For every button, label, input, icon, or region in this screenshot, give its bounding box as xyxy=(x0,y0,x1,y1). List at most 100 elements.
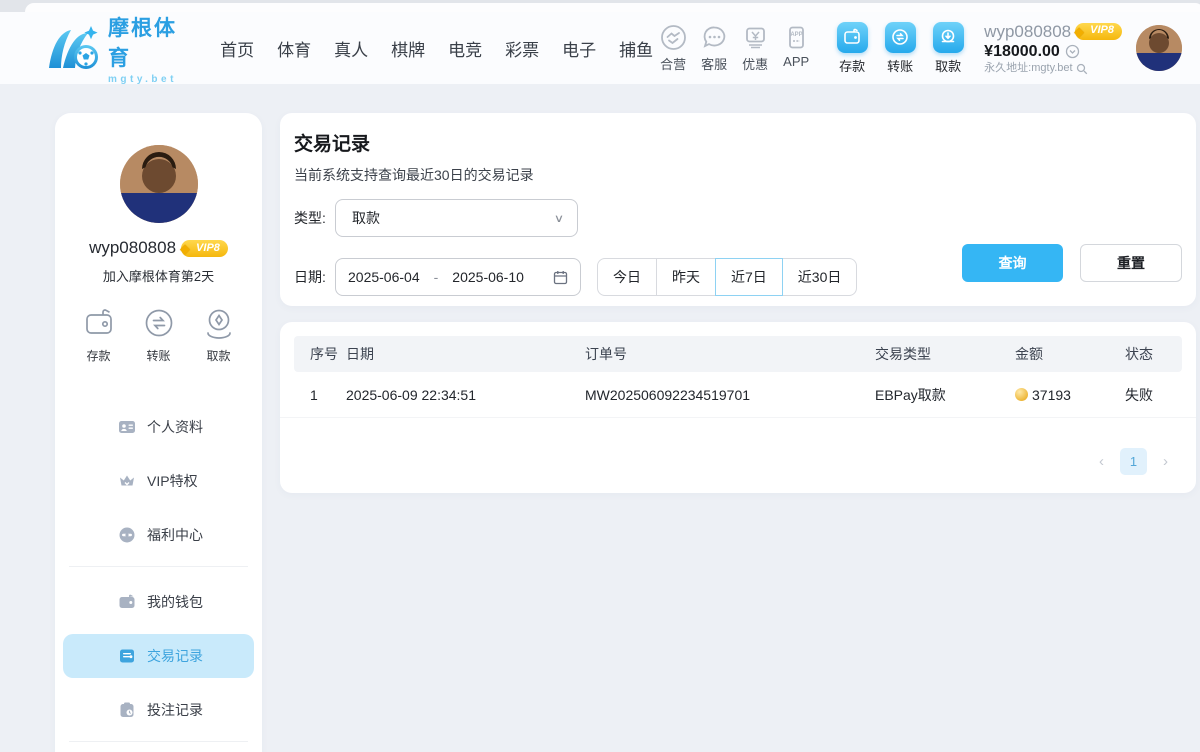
page-title: 交易记录 xyxy=(294,129,1182,156)
nav-item-esports[interactable]: 电竞 xyxy=(448,36,482,61)
main-content: 交易记录 当前系统支持查询最近30日的交易记录 类型: 取款 ∨ 日期: 202… xyxy=(280,113,1196,493)
logo-title: 摩根体育 xyxy=(108,12,190,72)
sidebar-transfer-label: 转账 xyxy=(146,347,170,364)
app-label: APP xyxy=(783,54,809,69)
customer-service-button[interactable]: 客服 xyxy=(694,24,734,73)
type-select-value: 取款 xyxy=(352,208,555,228)
col-index: 序号 xyxy=(310,344,346,364)
profile-icon xyxy=(118,418,136,436)
col-status: 状态 xyxy=(1125,344,1182,364)
nav-item-live[interactable]: 真人 xyxy=(334,36,368,61)
browser-strip xyxy=(0,0,1200,12)
range-yesterday-button[interactable]: 昨天 xyxy=(656,258,716,296)
transfer-icon xyxy=(141,305,177,341)
date-separator: - xyxy=(434,269,439,285)
date-range-input[interactable]: 2025-06-04 - 2025-06-10 xyxy=(335,258,581,296)
deposit-label: 存款 xyxy=(839,56,865,75)
top-navbar: 摩根体育 mgty.bet 首页 体育 真人 棋牌 电竞 彩票 电子 捕鱼 合营 xyxy=(0,12,1200,84)
type-select[interactable]: 取款 ∨ xyxy=(335,199,578,237)
transfer-button[interactable]: 转账 xyxy=(880,22,920,75)
nav-item-fishing[interactable]: 捕鱼 xyxy=(619,36,653,61)
handshake-icon xyxy=(660,24,687,51)
nav-item-sports[interactable]: 体育 xyxy=(277,36,311,61)
betting-icon xyxy=(118,701,136,719)
sidebar-item-transactions[interactable]: 交易记录 xyxy=(55,629,262,683)
nav-item-cards[interactable]: 棋牌 xyxy=(391,36,425,61)
gem-icon: ◆ xyxy=(180,241,190,257)
navbar-right: 合营 客服 xyxy=(653,21,1182,76)
prev-page-icon[interactable]: ‹ xyxy=(1099,454,1104,469)
transfer-label: 转账 xyxy=(887,56,913,75)
sidebar-transfer-button[interactable]: 转账 xyxy=(141,305,177,364)
welfare-icon xyxy=(118,526,136,544)
sidebar-deposit-button[interactable]: 存款 xyxy=(81,305,117,364)
partner-label: 合营 xyxy=(660,54,686,73)
gem-icon: ◆ xyxy=(1074,24,1084,40)
type-label: 类型: xyxy=(294,208,335,228)
range-7days-button[interactable]: 近7日 xyxy=(715,258,783,296)
partner-button[interactable]: 合营 xyxy=(653,24,693,73)
range-today-button[interactable]: 今日 xyxy=(597,258,657,296)
col-type: 交易类型 xyxy=(875,344,1015,364)
sidebar: wyp080808 ◆ VIP8 加入摩根体育第2天 存款 xyxy=(55,113,262,752)
sidebar-deposit-label: 存款 xyxy=(86,347,110,364)
customer-service-icon xyxy=(701,24,728,51)
deposit-button[interactable]: 存款 xyxy=(832,22,872,75)
promo-icon xyxy=(742,24,769,51)
withdraw-button[interactable]: 取款 xyxy=(928,22,968,75)
sidebar-item-welfare[interactable]: 福利中心 xyxy=(55,508,262,562)
username: wyp080808 xyxy=(984,21,1071,42)
quick-icon-group: 合营 客服 xyxy=(653,24,816,73)
sidebar-withdraw-button[interactable]: 取款 xyxy=(201,305,237,364)
range-30days-button[interactable]: 近30日 xyxy=(782,258,858,296)
sidebar-vip-label: VIP8 xyxy=(196,242,220,254)
balance-value: ¥18000.00 xyxy=(984,42,1060,62)
site-logo[interactable]: 摩根体育 mgty.bet xyxy=(46,12,190,85)
deposit-icon xyxy=(837,22,868,53)
sidebar-quick-actions: 存款 转账 取款 xyxy=(55,305,262,364)
nav-item-lottery[interactable]: 彩票 xyxy=(505,36,539,61)
customer-service-label: 客服 xyxy=(701,54,727,73)
sidebar-avatar[interactable] xyxy=(120,145,198,223)
coin-icon xyxy=(1015,388,1028,401)
transactions-icon xyxy=(118,647,136,665)
logo-icon xyxy=(46,24,102,72)
quick-range-group: 今日 昨天 近7日 近30日 xyxy=(597,258,857,296)
vip-icon xyxy=(118,472,136,490)
withdraw-label: 取款 xyxy=(935,56,961,75)
balance-refresh-icon[interactable] xyxy=(1065,44,1080,59)
cell-date: 2025-06-09 22:34:51 xyxy=(346,387,585,403)
nav-item-home[interactable]: 首页 xyxy=(220,36,254,61)
sidebar-withdraw-label: 取款 xyxy=(206,347,230,364)
promo-button[interactable]: 优惠 xyxy=(735,24,775,73)
sidebar-username: wyp080808 xyxy=(89,238,176,258)
sidebar-item-label: 个人资料 xyxy=(147,417,203,437)
user-avatar[interactable] xyxy=(1136,25,1182,71)
reset-button[interactable]: 重置 xyxy=(1080,244,1182,282)
app-icon: APP xyxy=(783,24,810,51)
sidebar-item-wallet[interactable]: 我的钱包 xyxy=(55,575,262,629)
page-number-button[interactable]: 1 xyxy=(1120,448,1147,475)
search-button[interactable]: 查询 xyxy=(962,244,1063,282)
withdraw-icon xyxy=(933,22,964,53)
wallet-action-group: 存款 转账 取款 xyxy=(832,22,968,75)
promo-label: 优惠 xyxy=(742,54,768,73)
col-order-no: 订单号 xyxy=(585,344,875,364)
type-filter-row: 类型: 取款 ∨ xyxy=(294,199,1182,237)
deposit-icon xyxy=(81,305,117,341)
nav-item-slots[interactable]: 电子 xyxy=(562,36,596,61)
sidebar-item-profile[interactable]: 个人资料 xyxy=(55,400,262,454)
join-days-text: 加入摩根体育第2天 xyxy=(55,266,262,285)
sidebar-item-label: 投注记录 xyxy=(147,700,203,720)
search-icon[interactable] xyxy=(1076,63,1088,75)
filter-actions: 查询 重置 xyxy=(962,244,1182,282)
sidebar-item-betting[interactable]: 投注记录 xyxy=(55,683,262,737)
svg-text:APP: APP xyxy=(790,32,802,38)
vip-badge-label: VIP8 xyxy=(1090,24,1114,38)
sidebar-item-vip[interactable]: VIP特权 xyxy=(55,454,262,508)
amount-value: 37193 xyxy=(1032,387,1071,403)
app-download-button[interactable]: APP APP xyxy=(776,24,816,73)
next-page-icon[interactable]: › xyxy=(1163,454,1168,469)
page-subtitle: 当前系统支持查询最近30日的交易记录 xyxy=(294,165,1182,185)
user-info[interactable]: wyp080808 ◆ VIP8 ¥18000.00 永久地址:mgty.bet xyxy=(984,21,1122,76)
